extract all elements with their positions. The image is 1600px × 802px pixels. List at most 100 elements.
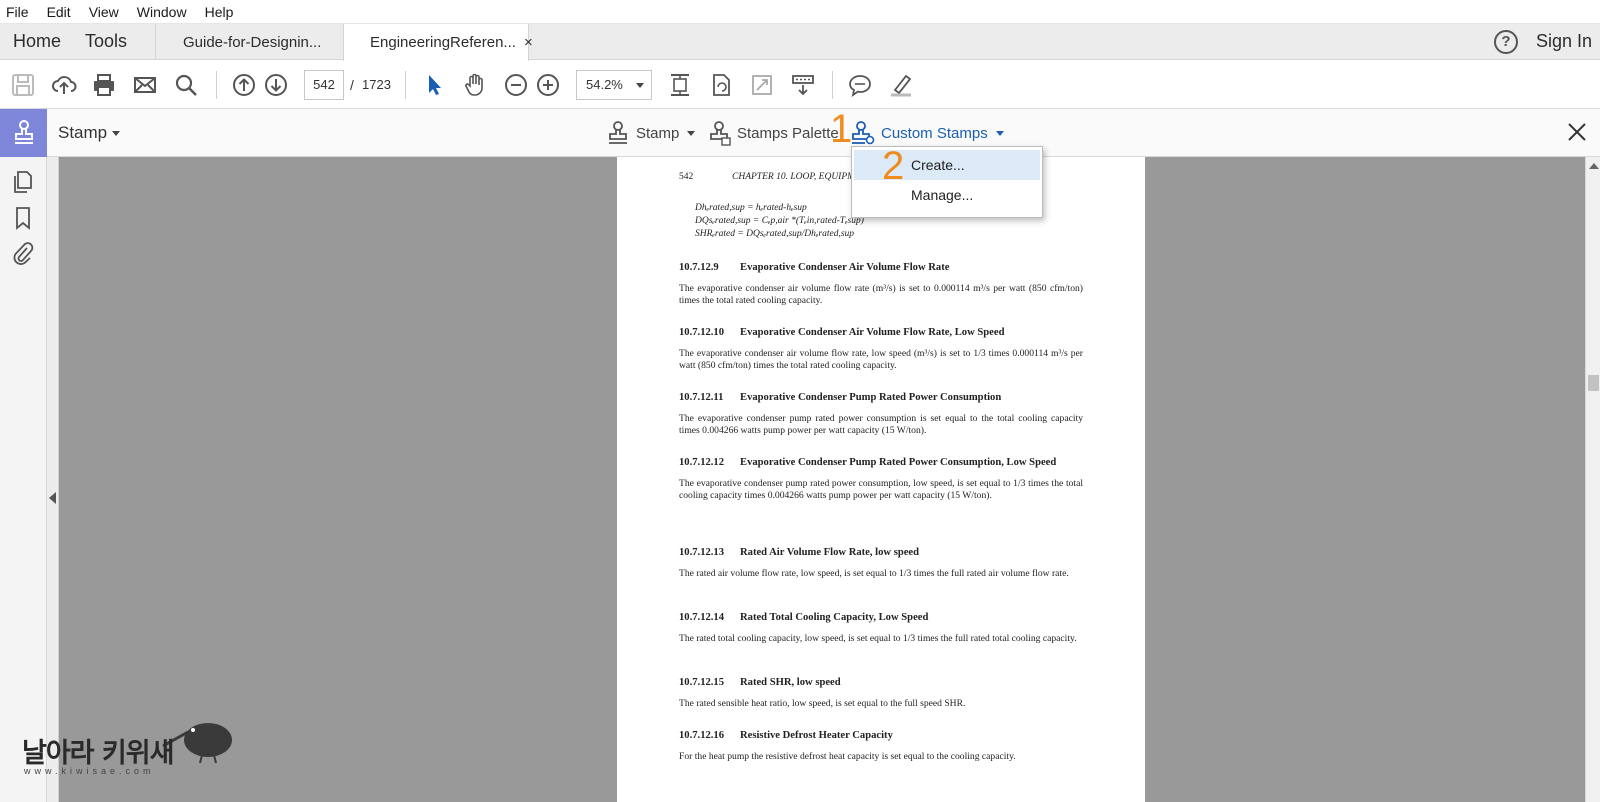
custom-stamps-icon — [852, 121, 875, 145]
stamps-palette-button[interactable]: Stamps Palette — [707, 119, 839, 147]
section: 10.7.12.16 Resistive Defrost Heater Capac… — [679, 730, 1083, 763]
section-number: 10.7.12.10 — [679, 327, 725, 338]
print-icon[interactable] — [91, 72, 117, 98]
section-body: The rated air volume flow rate, low spee… — [679, 568, 1069, 579]
section-body: For the heat pump the resistive defrost … — [679, 751, 1016, 762]
section-body: The evaporative condenser air volume flo… — [679, 283, 1083, 306]
stamps-palette-icon — [710, 121, 731, 146]
menu-item-label: Create... — [911, 157, 965, 173]
section: 10.7.12.15 Rated SHR, low speed The rated… — [679, 677, 1083, 710]
chevron-down-icon — [995, 130, 1004, 136]
scrollbar-thumb[interactable] — [1588, 375, 1599, 391]
rotate-icon[interactable] — [708, 72, 734, 98]
watermark-logo: 날아라 키위새 www.kiwisae.com — [22, 716, 232, 780]
section: 10.7.12.9 Evaporative Condenser Air Volum… — [679, 262, 1083, 307]
panel-collapse-strip[interactable] — [47, 157, 59, 802]
zoom-select[interactable]: 54.2% — [576, 70, 652, 100]
section: 10.7.12.13 Rated Air Volume Flow Rate, lo… — [679, 547, 1083, 580]
custom-stamps-dropdown: Create... Manage... 2 — [851, 144, 1043, 218]
stamp-toolbar: Stamp Stamp Stamps Palette 1 Custom Stam… — [0, 107, 1600, 157]
page-total: 1723 — [362, 77, 391, 92]
chevron-down-icon — [636, 83, 644, 88]
tab-label: EngineeringReferen... — [370, 34, 516, 51]
toolbar-separator — [405, 71, 406, 99]
equation: DQsₑrated,sup = Cₑp,air *(Tₑin,rated-Tₑs… — [695, 216, 864, 226]
tab-document-guide[interactable]: Guide-for-Designin... — [155, 24, 343, 60]
equation: SHRₑrated = DQsₑrated,sup/Dhₑrated,sup — [695, 229, 855, 239]
page-header: 542 CHAPTER 10. LOOP, EQUIPMENT S — [679, 172, 879, 182]
tab-row: Home Tools Guide-for-Designin... Enginee… — [0, 24, 1600, 61]
scroll-up-icon[interactable] — [1589, 163, 1599, 169]
section-body: The rated sensible heat ratio, low speed… — [679, 698, 966, 709]
section-number: 10.7.12.16 — [679, 730, 725, 741]
custom-stamps-label: Custom Stamps — [881, 124, 988, 142]
section-body: The evaporative condenser air volume flo… — [679, 348, 1083, 371]
close-tab-icon[interactable]: × — [524, 34, 533, 51]
section-number: 10.7.12.14 — [679, 612, 725, 623]
toolbar-separator — [216, 71, 217, 99]
section: 10.7.12.12 Evaporative Condenser Pump Rat… — [679, 457, 1083, 502]
section-title: Rated Total Cooling Capacity, Low Speed — [740, 612, 929, 623]
menu-view[interactable]: View — [89, 4, 119, 20]
page-thumbnails-icon[interactable] — [10, 169, 36, 195]
attachment-icon[interactable] — [10, 240, 36, 266]
section-number: 10.7.12.11 — [679, 392, 724, 403]
page-up-icon[interactable] — [231, 72, 257, 98]
tab-label: Guide-for-Designin... — [183, 33, 322, 51]
fit-page-icon[interactable] — [667, 72, 693, 98]
highlight-icon[interactable] — [888, 72, 914, 98]
scroll-mode-icon[interactable] — [790, 72, 816, 98]
stamp-title: Stamp — [58, 123, 108, 142]
search-icon[interactable] — [173, 72, 199, 98]
bookmark-icon[interactable] — [10, 205, 36, 231]
vertical-scrollbar[interactable] — [1585, 157, 1600, 802]
custom-stamps-button[interactable]: Custom Stamps — [851, 119, 1004, 147]
upload-icon[interactable] — [51, 72, 77, 98]
email-icon[interactable] — [132, 72, 158, 98]
page-number-input[interactable]: 542 — [304, 70, 344, 100]
section-body: The rated total cooling capacity, low sp… — [679, 633, 1077, 644]
chevron-down-icon — [112, 131, 121, 137]
stamp-menu-button[interactable]: Stamp — [606, 119, 696, 147]
section-number: 10.7.12.13 — [679, 547, 725, 558]
fullscreen-icon[interactable] — [749, 72, 775, 98]
stamp-title-menu[interactable]: Stamp — [58, 123, 121, 143]
menu-file[interactable]: File — [6, 4, 29, 20]
document-viewer[interactable]: 542 CHAPTER 10. LOOP, EQUIPMENT S Dhₑrat… — [59, 157, 1585, 802]
comment-icon[interactable] — [847, 72, 873, 98]
section-title: Evaporative Condenser Pump Rated Power C… — [740, 457, 1057, 468]
help-icon[interactable]: ? — [1494, 30, 1518, 54]
hand-icon[interactable] — [462, 72, 488, 98]
tab-document-engineering[interactable]: EngineeringReferen... × — [343, 24, 533, 61]
section-body: The evaporative condenser pump rated pow… — [679, 413, 1083, 436]
menu-edit[interactable]: Edit — [47, 4, 71, 20]
section: 10.7.12.14 Rated Total Cooling Capacity, … — [679, 612, 1083, 645]
section-number: 10.7.12.15 — [679, 677, 725, 688]
menu-window[interactable]: Window — [137, 4, 187, 20]
section-title: Rated Air Volume Flow Rate, low speed — [740, 547, 920, 558]
tab-home[interactable]: Home — [13, 31, 61, 52]
menu-help[interactable]: Help — [205, 4, 234, 20]
annotation-number-1: 1 — [830, 107, 853, 151]
section-title: Evaporative Condenser Pump Rated Power C… — [740, 392, 1002, 403]
zoom-in-icon[interactable] — [535, 72, 561, 98]
section-body: The evaporative condenser pump rated pow… — [679, 478, 1083, 501]
section: 10.7.12.11 Evaporative Condenser Pump Rat… — [679, 392, 1083, 437]
stamp-tool-button[interactable] — [0, 109, 47, 157]
menu-bar: File Edit View Window Help — [0, 0, 1600, 24]
main-toolbar: 542 / 1723 54.2% — [0, 61, 1600, 109]
page-down-icon[interactable] — [263, 72, 289, 98]
zoom-out-icon[interactable] — [503, 72, 529, 98]
select-arrow-icon[interactable] — [421, 72, 447, 98]
section-number: 10.7.12.9 — [679, 262, 719, 273]
tab-tools[interactable]: Tools — [85, 31, 127, 52]
left-navigation-rail — [0, 157, 47, 802]
sign-in-button[interactable]: Sign In — [1536, 31, 1592, 52]
zoom-value: 54.2% — [586, 77, 623, 92]
stamps-palette-label: Stamps Palette — [737, 124, 839, 142]
save-icon[interactable] — [10, 72, 36, 98]
close-icon[interactable] — [1566, 121, 1588, 143]
stamp-menu-label: Stamp — [636, 124, 680, 142]
chevron-left-icon[interactable] — [49, 492, 56, 504]
watermark-url: www.kiwisae.com — [24, 766, 155, 776]
